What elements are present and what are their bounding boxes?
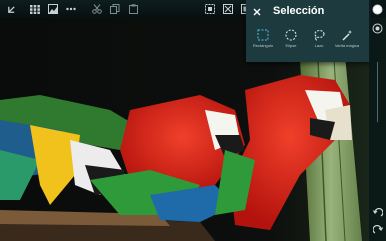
color-circle-icon[interactable] (371, 3, 384, 16)
more-icon[interactable] (64, 2, 78, 16)
lasso-select-icon (314, 29, 325, 41)
tool-lasso[interactable]: Lazo (305, 28, 333, 60)
image-icon[interactable] (46, 2, 60, 16)
redo-icon[interactable] (371, 223, 384, 236)
editor-screen: Selección Rectángulo Elipse Lazo Varita … (0, 0, 386, 241)
undo-icon[interactable] (371, 206, 384, 219)
right-sidebar (369, 0, 386, 241)
selection-panel: Selección Rectángulo Elipse Lazo Varita … (246, 0, 371, 62)
magic-wand-icon (342, 30, 353, 41)
tool-rectangle[interactable]: Rectángulo (249, 28, 277, 60)
cut-icon[interactable] (90, 2, 104, 16)
brush-size-icon[interactable] (371, 22, 384, 35)
back-icon[interactable] (4, 2, 18, 16)
tool-magic-wand[interactable]: Varita mágica (333, 28, 361, 60)
grid-icon[interactable] (28, 2, 42, 16)
panel-header: Selección (246, 0, 371, 24)
panel-title: Selección (273, 5, 325, 17)
vertical-slider[interactable] (371, 61, 384, 122)
transform-icon[interactable] (221, 2, 235, 16)
ellipse-select-icon (285, 29, 297, 41)
rectangle-select-icon (257, 29, 269, 41)
paste-icon[interactable] (126, 2, 140, 16)
copy-icon[interactable] (108, 2, 122, 16)
tool-ellipse[interactable]: Elipse (277, 28, 305, 60)
close-icon[interactable] (250, 5, 264, 19)
tool-label: Varita mágica (334, 43, 360, 48)
crop-icon[interactable] (203, 2, 217, 16)
